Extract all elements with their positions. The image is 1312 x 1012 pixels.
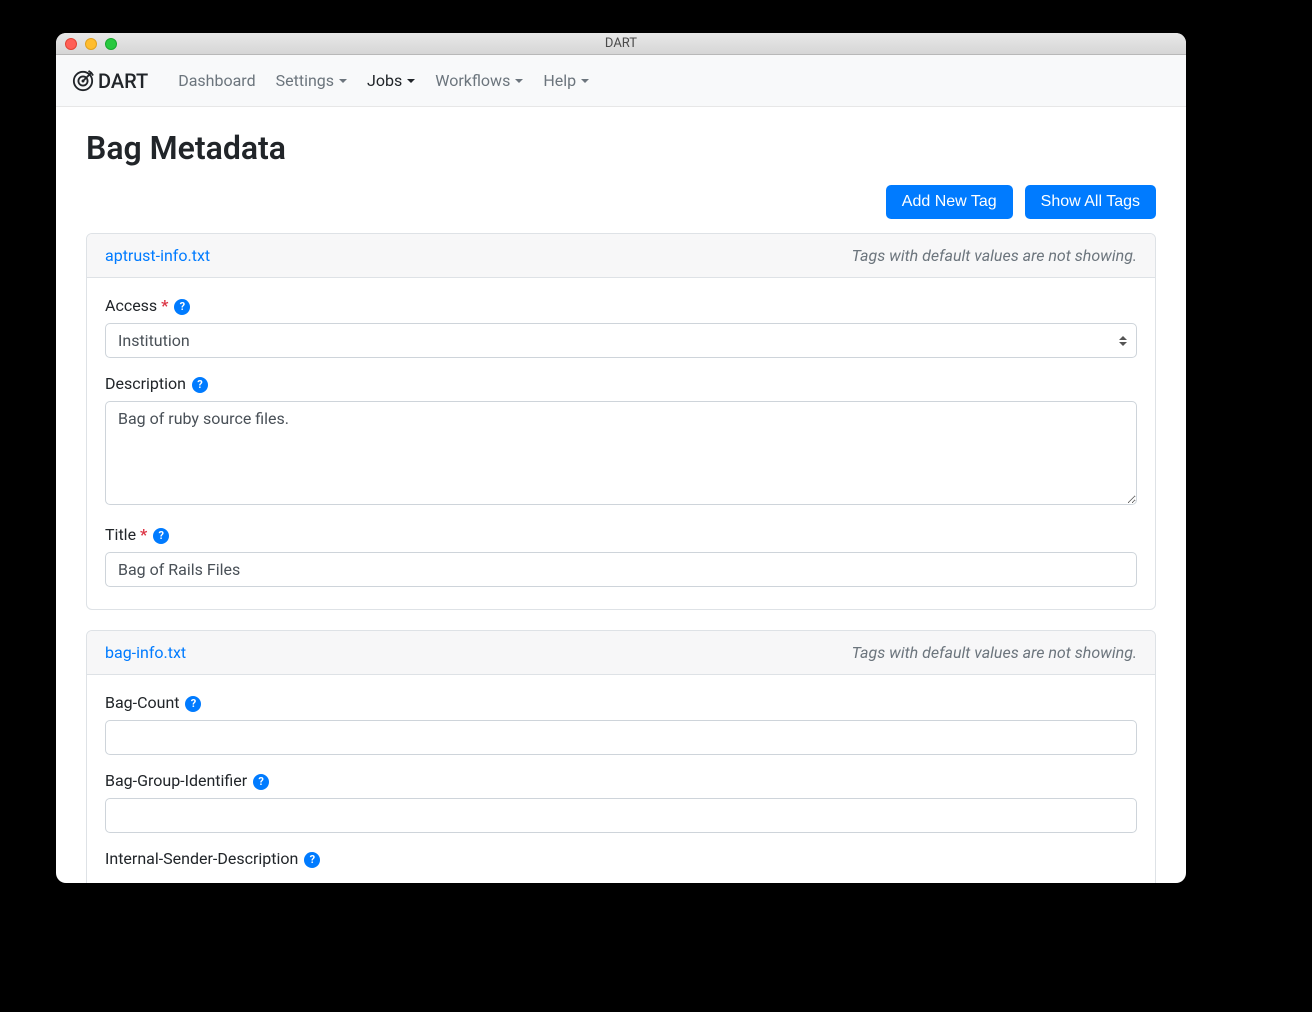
add-new-tag-button[interactable]: Add New Tag — [886, 185, 1013, 219]
access-select[interactable]: Institution — [105, 323, 1137, 358]
traffic-lights — [56, 38, 117, 50]
nav-help[interactable]: Help — [535, 63, 597, 98]
title-input[interactable] — [105, 552, 1137, 587]
help-icon[interactable]: ? — [153, 528, 169, 544]
nav-workflows[interactable]: Workflows — [427, 63, 531, 98]
description-textarea[interactable] — [105, 401, 1137, 505]
help-icon[interactable]: ? — [192, 377, 208, 393]
tag-file-card-aptrust: aptrust-info.txt Tags with default value… — [86, 233, 1156, 610]
dart-logo-icon — [72, 70, 94, 92]
main-scroll-area[interactable]: DART Dashboard Settings Jobs Wo — [56, 55, 1186, 883]
tag-file-link[interactable]: bag-info.txt — [105, 643, 186, 662]
nav-items: Dashboard Settings Jobs Workflows — [170, 63, 597, 98]
field-description: Description ? — [105, 374, 1137, 509]
bag-count-input[interactable] — [105, 720, 1137, 755]
nav-dashboard[interactable]: Dashboard — [170, 63, 263, 98]
action-buttons: Add New Tag Show All Tags — [86, 185, 1156, 219]
card-note: Tags with default values are not showing… — [852, 246, 1137, 265]
close-window-button[interactable] — [65, 38, 77, 50]
nav-jobs[interactable]: Jobs — [359, 63, 423, 98]
tag-file-card-baginfo: bag-info.txt Tags with default values ar… — [86, 630, 1156, 883]
field-access: Access * ? Institution — [105, 296, 1137, 358]
window-title: DART — [56, 36, 1186, 51]
window-titlebar: DART — [56, 33, 1186, 55]
chevron-down-icon — [339, 79, 347, 83]
bag-group-identifier-label: Bag-Group-Identifier ? — [105, 771, 1137, 790]
app-window: DART DART — [56, 33, 1186, 883]
help-icon[interactable]: ? — [185, 696, 201, 712]
minimize-window-button[interactable] — [85, 38, 97, 50]
required-asterisk: * — [140, 525, 147, 544]
card-body: Access * ? Institution — [87, 278, 1155, 609]
internal-sender-description-label: Internal-Sender-Description ? — [105, 849, 1137, 868]
help-icon[interactable]: ? — [253, 774, 269, 790]
card-header: bag-info.txt Tags with default values ar… — [87, 631, 1155, 675]
brand[interactable]: DART — [72, 69, 148, 93]
help-icon[interactable]: ? — [174, 299, 190, 315]
title-label: Title * ? — [105, 525, 1137, 544]
field-bag-group-identifier: Bag-Group-Identifier ? — [105, 771, 1137, 833]
bag-group-identifier-input[interactable] — [105, 798, 1137, 833]
tag-file-link[interactable]: aptrust-info.txt — [105, 246, 210, 265]
field-internal-sender-description: Internal-Sender-Description ? — [105, 849, 1137, 868]
chevron-down-icon — [581, 79, 589, 83]
card-note: Tags with default values are not showing… — [852, 643, 1137, 662]
nav-settings[interactable]: Settings — [268, 63, 355, 98]
brand-text: DART — [98, 69, 148, 93]
field-title: Title * ? — [105, 525, 1137, 587]
chevron-down-icon — [515, 79, 523, 83]
navbar: DART Dashboard Settings Jobs Wo — [56, 55, 1186, 107]
card-body: Bag-Count ? Bag-Group-Identifier ? — [87, 675, 1155, 883]
main-content: Bag Metadata Add New Tag Show All Tags a… — [56, 107, 1186, 883]
chevron-down-icon — [407, 79, 415, 83]
field-bag-count: Bag-Count ? — [105, 693, 1137, 755]
bag-count-label: Bag-Count ? — [105, 693, 1137, 712]
page-title: Bag Metadata — [86, 129, 1156, 167]
show-all-tags-button[interactable]: Show All Tags — [1025, 185, 1156, 219]
card-header: aptrust-info.txt Tags with default value… — [87, 234, 1155, 278]
access-label: Access * ? — [105, 296, 1137, 315]
required-asterisk: * — [161, 296, 168, 315]
description-label: Description ? — [105, 374, 1137, 393]
help-icon[interactable]: ? — [304, 852, 320, 868]
maximize-window-button[interactable] — [105, 38, 117, 50]
